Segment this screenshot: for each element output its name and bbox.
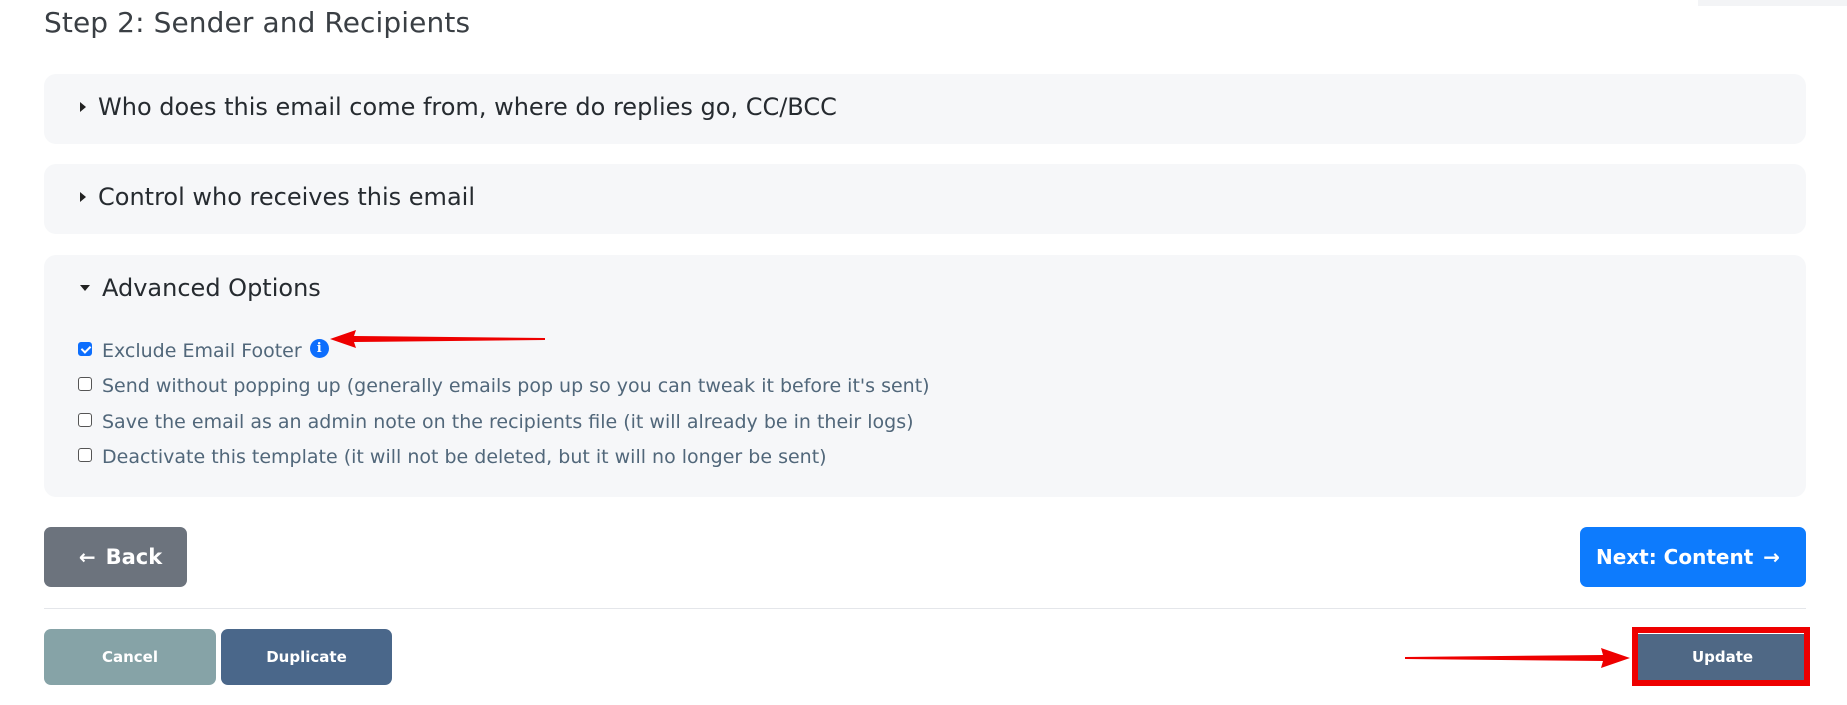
next-content-button[interactable]: Next: Content →	[1580, 527, 1806, 587]
caret-right-icon	[80, 102, 86, 112]
back-button[interactable]: ← Back	[44, 527, 187, 587]
option-label: Exclude Email Footer	[102, 339, 302, 362]
panel-advanced-options: Advanced Options Exclude Email Footer i …	[44, 255, 1806, 497]
panel-sender-settings: Who does this email come from, where do …	[44, 74, 1806, 144]
update-button[interactable]: Update	[1638, 634, 1807, 680]
panel-label: Who does this email come from, where do …	[98, 93, 837, 121]
panel-sender-settings-toggle[interactable]: Who does this email come from, where do …	[80, 93, 837, 121]
next-button-label: Next: Content	[1595, 545, 1754, 569]
corner-tab	[1698, 0, 1847, 6]
exclude-footer-checkbox[interactable]	[78, 341, 92, 356]
option-send-without-popup[interactable]: Send without popping up (generally email…	[78, 369, 930, 405]
duplicate-button[interactable]: Duplicate	[221, 629, 392, 685]
advanced-options-list: Exclude Email Footer i Send without popp…	[78, 333, 930, 475]
panel-recipients: Control who receives this email	[44, 164, 1806, 234]
send-without-popup-checkbox[interactable]	[78, 377, 92, 392]
cancel-button[interactable]: Cancel	[44, 629, 216, 685]
option-save-admin-note[interactable]: Save the email as an admin note on the r…	[78, 404, 930, 440]
panel-advanced-options-toggle[interactable]: Advanced Options	[80, 274, 321, 302]
panel-recipients-toggle[interactable]: Control who receives this email	[80, 183, 475, 211]
option-label: Send without popping up (generally email…	[102, 375, 930, 398]
info-icon[interactable]: i	[309, 339, 329, 359]
option-label: Deactivate this template (it will not be…	[102, 446, 827, 469]
option-exclude-email-footer[interactable]: Exclude Email Footer i	[78, 333, 930, 369]
panel-label: Advanced Options	[102, 274, 321, 302]
caret-right-icon	[80, 192, 86, 202]
caret-down-icon	[80, 285, 90, 291]
panel-label: Control who receives this email	[98, 183, 475, 211]
divider	[44, 608, 1806, 609]
annotation-arrow-right	[1405, 648, 1630, 668]
page: Step 2: Sender and Recipients Who does t…	[0, 0, 1847, 705]
save-admin-note-checkbox[interactable]	[78, 412, 92, 427]
option-label: Save the email as an admin note on the r…	[102, 410, 914, 433]
back-button-label: Back	[105, 545, 163, 569]
option-deactivate-template[interactable]: Deactivate this template (it will not be…	[78, 440, 930, 476]
arrow-left-icon: ←	[78, 545, 96, 569]
arrow-right-icon: →	[1763, 545, 1781, 569]
deactivate-template-checkbox[interactable]	[78, 448, 92, 463]
page-title: Step 2: Sender and Recipients	[44, 6, 471, 39]
